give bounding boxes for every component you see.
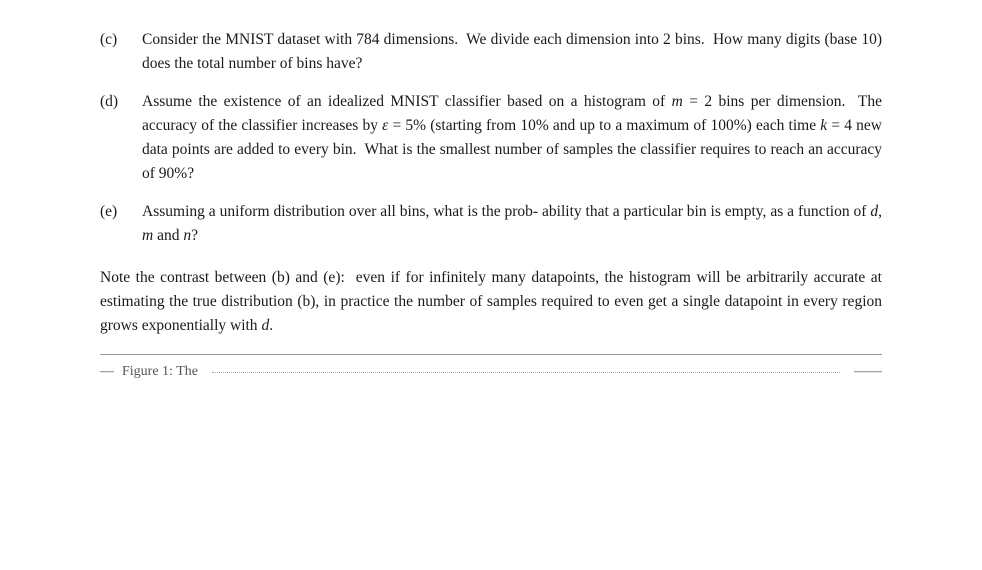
bottom-dash-right: —— [854,361,882,383]
problem-text-d: Assume the existence of an idealized MNI… [142,90,882,186]
problem-label-e: (e) [100,200,142,224]
problem-label-c: (c) [100,28,142,52]
problem-text-c: Consider the MNIST dataset with 784 dime… [142,28,882,76]
note-text: Note the contrast between (b) and (e): e… [100,266,882,338]
bottom-dash-left: — [100,361,114,383]
bottom-figure-text: Figure 1: The [122,361,198,383]
problem-item-e: (e) Assuming a uniform distribution over… [100,200,882,248]
problem-text-e: Assuming a uniform distribution over all… [142,200,882,248]
bottom-line: — Figure 1: The —— [100,354,882,383]
problem-item-c: (c) Consider the MNIST dataset with 784 … [100,28,882,76]
problem-item-d: (d) Assume the existence of an idealized… [100,90,882,186]
problem-list: (c) Consider the MNIST dataset with 784 … [100,28,882,248]
problem-label-d: (d) [100,90,142,114]
note-section: Note the contrast between (b) and (e): e… [100,266,882,338]
page-content: (c) Consider the MNIST dataset with 784 … [0,0,982,411]
bottom-dots [212,372,840,373]
